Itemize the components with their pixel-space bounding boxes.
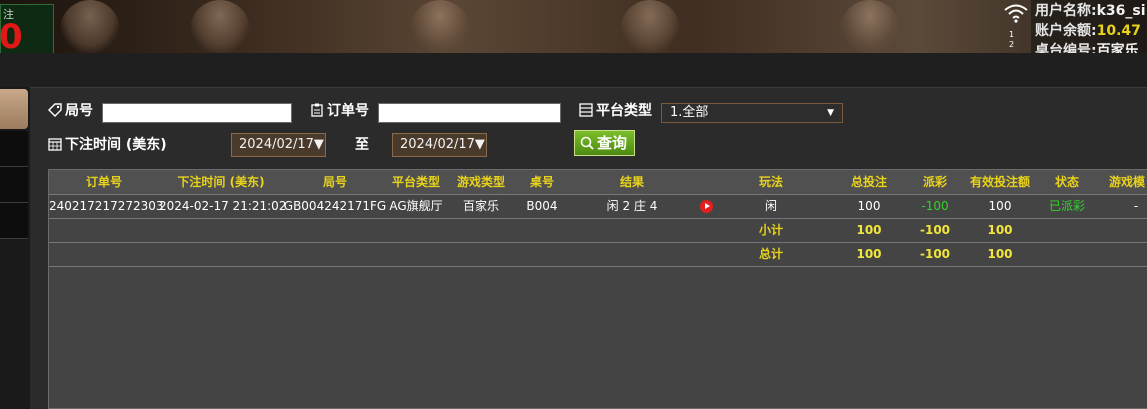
grandtotal-valid-bet: 100 (987, 247, 1013, 261)
side-menu-item[interactable] (0, 167, 28, 203)
top-banner: 注 0 1 2 用户名称:k36_si 账户余额:10.47 桌台编号:百家乐 (0, 0, 1147, 53)
col-round-no: 局号 (322, 175, 347, 189)
cell-play: 闲 (764, 199, 777, 213)
cell-game-type: 百家乐 (462, 199, 499, 213)
cell-valid-bet: 100 (988, 199, 1012, 213)
cell-status: 已派彩 (1048, 199, 1085, 213)
subtotal-row: 小计 100 -100 100 (49, 219, 1147, 243)
grandtotal-row: 总计 100 -100 100 (49, 243, 1147, 267)
col-result: 结果 (619, 175, 644, 189)
round-no-label: 局号 (48, 100, 93, 120)
signal-digits: 1 2 (1009, 30, 1015, 49)
grandtotal-payout: -100 (919, 247, 951, 261)
calendar-icon (48, 138, 62, 151)
cell-round-no: GB004242171FG (283, 199, 387, 213)
subtotal-total-bet: 100 (856, 223, 882, 237)
search-button[interactable]: 查询 (574, 130, 635, 156)
round-no-input[interactable] (102, 103, 292, 123)
col-game-type: 游戏类型 (456, 175, 505, 189)
bet-display: 注 0 (0, 4, 54, 53)
cell-order-no: 240217217272303 (49, 199, 164, 213)
subtotal-payout: -100 (919, 223, 951, 237)
bet-record-panel: 局号 订单号 平台类型 1.全部 ▼ 下注时间 (美东) 2024/02/17▼… (31, 88, 1147, 409)
grandtotal-label: 总计 (758, 247, 783, 261)
cell-game-mode: - (1133, 199, 1139, 213)
banner-dealer-figure (620, 0, 680, 53)
date-range-separator: 至 (355, 137, 369, 153)
secondary-header-strip (0, 53, 1147, 88)
table-no-row: 桌台编号:百家乐 (1035, 43, 1139, 53)
order-no-label: 订单号 (310, 100, 369, 120)
clipboard-icon (311, 103, 323, 117)
cell-total-bet: 100 (857, 199, 881, 213)
date-to-picker[interactable]: 2024/02/17▼ (392, 133, 487, 157)
col-payout: 派彩 (922, 175, 947, 189)
bet-records-table: 订单号 下注时间 (美东) 局号 平台类型 游戏类型 桌号 结果 玩法 总投注 … (48, 169, 1147, 409)
banner-dealer-figure (60, 0, 120, 53)
banner-dealer-figure (410, 0, 470, 53)
col-game-mode: 游戏模 (1109, 175, 1146, 189)
platform-type-select[interactable]: 1.全部 ▼ (661, 103, 843, 123)
play-replay-icon[interactable] (700, 200, 713, 213)
cell-platform: AG旗舰厅 (389, 199, 443, 213)
col-bet-time: 下注时间 (美东) (177, 175, 265, 189)
side-menu (0, 87, 30, 409)
bet-value: 0 (0, 17, 23, 53)
dropdown-arrow-icon: ▼ (827, 108, 834, 118)
col-status: 状态 (1054, 175, 1079, 189)
user-info-panel: 用户名称:k36_si 账户余额:10.47 桌台编号:百家乐 (1031, 0, 1147, 53)
col-valid-bet: 有效投注额 (969, 175, 1030, 189)
balance-row: 账户余额:10.47 (1035, 23, 1141, 39)
tag-icon (48, 103, 62, 117)
user-name-row: 用户名称:k36_si (1035, 3, 1146, 19)
col-order-no: 订单号 (85, 175, 122, 189)
side-menu-item[interactable] (0, 131, 28, 167)
col-platform: 平台类型 (391, 175, 440, 189)
cell-result: 闲 2 庄 4 (606, 199, 658, 213)
side-menu-active-item[interactable] (0, 89, 28, 129)
col-play: 玩法 (758, 175, 783, 189)
platform-type-label: 平台类型 (579, 100, 652, 120)
order-no-input[interactable] (378, 103, 561, 123)
table-header: 订单号 下注时间 (美东) 局号 平台类型 游戏类型 桌号 结果 玩法 总投注 … (49, 170, 1147, 195)
date-from-picker[interactable]: 2024/02/17▼ (231, 133, 326, 157)
col-table-no: 桌号 (529, 175, 554, 189)
server-icon (579, 103, 593, 117)
grandtotal-total-bet: 100 (856, 247, 882, 261)
cell-bet-time: 2024-02-17 21:21:02 (159, 199, 287, 213)
subtotal-label: 小计 (758, 223, 783, 237)
table-row[interactable]: 240217217272303 2024-02-17 21:21:02 GB00… (49, 195, 1147, 219)
col-total-bet: 总投注 (850, 175, 887, 189)
search-icon (580, 136, 594, 150)
side-menu-item[interactable] (0, 203, 28, 239)
banner-dealer-figure (840, 0, 900, 53)
cell-table-no: B004 (526, 199, 558, 213)
bet-time-label: 下注时间 (美东) (48, 134, 167, 154)
banner-dealer-figure (190, 0, 250, 53)
cell-payout: -100 (921, 199, 949, 213)
subtotal-valid-bet: 100 (987, 223, 1013, 237)
wifi-icon (1004, 4, 1028, 23)
